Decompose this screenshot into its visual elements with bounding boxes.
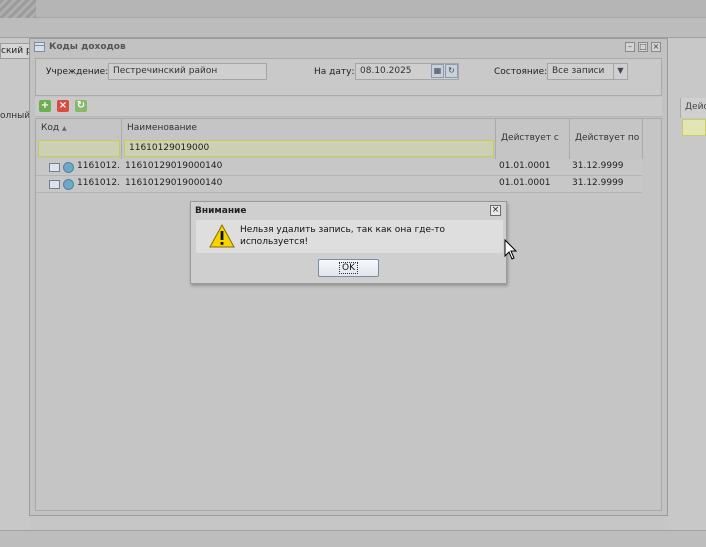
- table-row[interactable]: 1161012... 11610129019000140 01.01.0001 …: [36, 176, 642, 193]
- row-name: 11610129019000140: [125, 178, 223, 188]
- app-tab-strip: [0, 18, 706, 38]
- ok-button-label: OK: [339, 262, 358, 274]
- info-icon[interactable]: [63, 162, 74, 173]
- filter-bar: Учреждение: Пестречинский район На дату:…: [35, 58, 662, 96]
- app-top-tab: [0, 0, 36, 18]
- institution-field[interactable]: Пестречинский район: [108, 63, 267, 80]
- row-valid-from: 01.01.0001: [499, 178, 551, 188]
- mouse-cursor-icon: [504, 239, 518, 260]
- background-tab-fragment[interactable]: ский ра: [0, 43, 30, 59]
- state-label: Состояние:: [494, 67, 548, 77]
- row-code: 1161012...: [77, 178, 121, 188]
- minimize-icon[interactable]: –: [625, 42, 635, 52]
- column-header-code-label: Код: [41, 123, 60, 133]
- close-window-icon[interactable]: ×: [651, 42, 661, 52]
- code-filter-input[interactable]: [38, 140, 120, 157]
- row-name: 11610129019000140: [125, 161, 223, 171]
- app-status-bar: [0, 530, 706, 547]
- row-code: 1161012...: [77, 161, 121, 171]
- row-valid-to: 31.12.9999: [572, 178, 624, 188]
- date-label: На дату:: [314, 67, 355, 77]
- close-icon[interactable]: ×: [490, 205, 501, 216]
- window-title: Коды доходов: [49, 42, 126, 52]
- info-icon[interactable]: [63, 179, 74, 190]
- name-filter-input[interactable]: 11610129019000: [124, 140, 494, 157]
- add-icon[interactable]: +: [39, 100, 51, 112]
- warning-icon: [209, 224, 235, 248]
- dialog-body: Нельзя удалить запись, так как она где-т…: [196, 220, 503, 253]
- document-icon: [49, 180, 60, 189]
- background-row-fragment: олный: [0, 111, 31, 121]
- column-header-valid-to[interactable]: Действует по: [570, 119, 643, 159]
- chevron-down-icon[interactable]: ▼: [613, 64, 627, 79]
- refresh-icon[interactable]: ↻: [75, 100, 87, 112]
- background-filter-input[interactable]: [682, 119, 706, 136]
- row-valid-from: 01.01.0001: [499, 161, 551, 171]
- app-top-bar: [0, 0, 706, 18]
- window-icon: [34, 42, 45, 52]
- income-codes-grid: Код ▲ Наименование Действует с Действует…: [35, 118, 662, 511]
- grid-toolbar: + × ↻: [35, 97, 662, 117]
- delete-icon[interactable]: ×: [57, 100, 69, 112]
- maximize-icon[interactable]: □: [638, 42, 648, 52]
- document-icon: [49, 163, 60, 172]
- ok-button[interactable]: OK: [318, 259, 379, 277]
- calendar-icon[interactable]: ▦: [431, 64, 444, 78]
- column-header-valid-from[interactable]: Действует с: [496, 119, 570, 159]
- dialog-message: Нельзя удалить запись, так как она где-т…: [240, 225, 446, 247]
- date-refresh-icon[interactable]: ↻: [445, 64, 458, 78]
- window-title-bar[interactable]: Коды доходов – □ ×: [30, 39, 667, 56]
- dialog-title: Внимание: [195, 206, 247, 216]
- row-valid-to: 31.12.9999: [572, 161, 624, 171]
- institution-label: Учреждение:: [46, 67, 109, 77]
- background-column-header: Дейс: [680, 98, 706, 118]
- background-tab-text: ский ра: [1, 46, 29, 56]
- table-row[interactable]: 1161012... 11610129019000140 01.01.0001 …: [36, 159, 642, 176]
- sort-asc-icon: ▲: [62, 125, 67, 132]
- warning-dialog: Внимание × Нельзя удалить запись, так ка…: [190, 201, 507, 284]
